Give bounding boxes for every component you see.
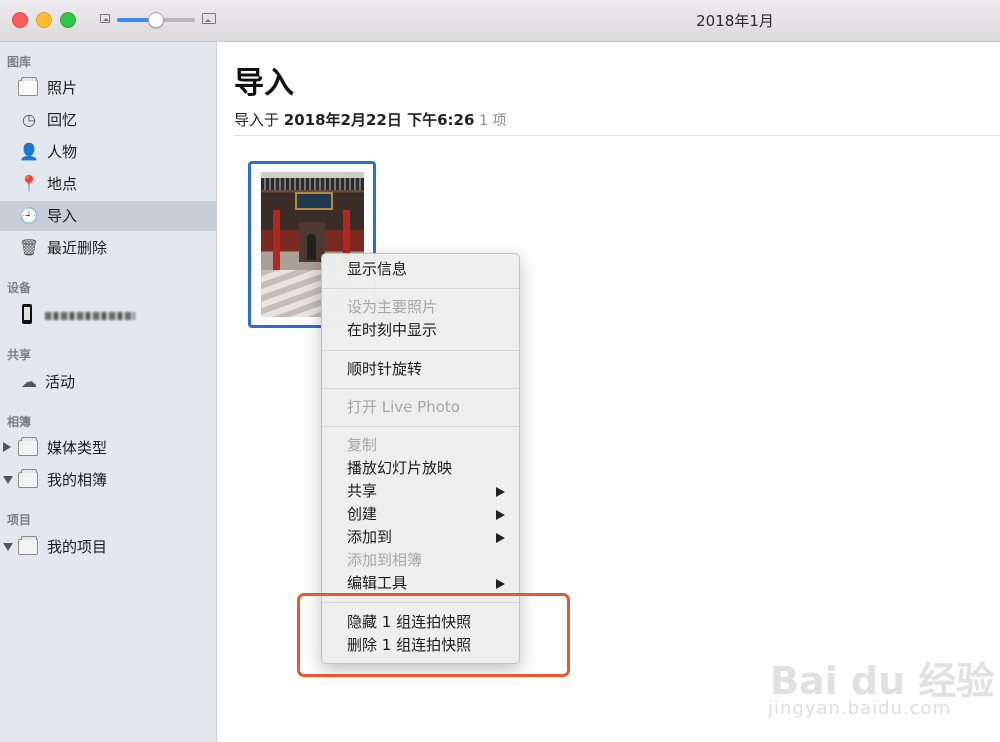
section-header-shared: 共享 bbox=[7, 348, 32, 362]
submenu-arrow-icon bbox=[496, 533, 505, 543]
disclosure-expanded-icon[interactable] bbox=[3, 543, 13, 551]
sidebar-item-my-albums[interactable]: 我的相簿 bbox=[0, 465, 216, 495]
section-header-albums: 相簿 bbox=[7, 415, 32, 429]
title-bar: 2018年1月 bbox=[0, 0, 1000, 42]
sidebar-item-label: 媒体类型 bbox=[47, 439, 108, 457]
sidebar-item-label: 人物 bbox=[47, 143, 78, 161]
section-header-projects: 项目 bbox=[7, 513, 32, 527]
menu-item-share[interactable]: 共享 bbox=[322, 480, 519, 503]
menu-item-create[interactable]: 创建 bbox=[322, 503, 519, 526]
places-icon: 📍 bbox=[19, 174, 39, 193]
disclosure-expanded-icon[interactable] bbox=[3, 476, 13, 484]
sidebar-item-people[interactable]: 👤 人物 bbox=[0, 137, 216, 167]
zoom-slider-knob[interactable] bbox=[148, 12, 164, 28]
sidebar-item-device[interactable] bbox=[0, 300, 216, 330]
submenu-arrow-icon bbox=[496, 510, 505, 520]
photos-icon bbox=[18, 77, 38, 96]
window-title: 2018年1月 bbox=[696, 12, 774, 30]
sidebar-item-my-projects[interactable]: 我的项目 bbox=[0, 532, 216, 562]
sidebar-item-places[interactable]: 📍 地点 bbox=[0, 169, 216, 199]
section-header-devices: 设备 bbox=[7, 281, 32, 295]
sidebar-item-media-types[interactable]: 媒体类型 bbox=[0, 433, 216, 463]
watermark-url: jingyan.baidu.com bbox=[768, 698, 952, 719]
close-window-button[interactable] bbox=[12, 12, 28, 28]
import-date: 2018年2月22日 下午6:26 bbox=[283, 111, 475, 129]
iphone-icon bbox=[22, 304, 32, 324]
menu-item-label: 编辑工具 bbox=[347, 574, 408, 592]
submenu-arrow-icon bbox=[496, 487, 505, 497]
cloud-icon: ☁ bbox=[21, 372, 37, 391]
item-count: 1 项 bbox=[479, 113, 507, 129]
sidebar-item-label: 回忆 bbox=[47, 111, 78, 129]
menu-item-edit-tools[interactable]: 编辑工具 bbox=[322, 572, 519, 595]
sidebar-item-label: 我的相簿 bbox=[47, 471, 108, 489]
sidebar-item-label: 照片 bbox=[47, 79, 78, 97]
submenu-arrow-icon bbox=[496, 579, 505, 589]
sidebar-item-recently-deleted[interactable]: 🗑 最近删除 bbox=[0, 233, 216, 263]
sidebar-item-label: 最近删除 bbox=[47, 239, 108, 257]
menu-item-rotate-clockwise[interactable]: 顺时针旋转 bbox=[322, 358, 519, 381]
folder-icon bbox=[18, 469, 38, 488]
device-name-redacted bbox=[45, 312, 135, 320]
folder-icon bbox=[18, 437, 38, 456]
menu-separator bbox=[322, 388, 519, 389]
disclosure-collapsed-icon[interactable] bbox=[3, 442, 11, 452]
folder-icon bbox=[18, 536, 38, 555]
watermark-logo: Bai du 经验 bbox=[770, 659, 995, 703]
sidebar-item-label: 地点 bbox=[47, 175, 78, 193]
memories-icon: ◷ bbox=[22, 110, 36, 129]
sidebar-item-photos[interactable]: 照片 bbox=[0, 73, 216, 103]
subtitle-prefix: 导入于 bbox=[234, 111, 280, 129]
section-header-library: 图库 bbox=[7, 55, 32, 69]
sidebar-item-label: 活动 bbox=[45, 373, 76, 391]
import-icon: 🕘 bbox=[19, 206, 39, 225]
zoom-window-button[interactable] bbox=[60, 12, 76, 28]
sidebar: 图库 照片 ◷ 回忆 👤 人物 📍 地点 🕘 导入 🗑 最近删除 设备 共享 ☁… bbox=[0, 42, 217, 742]
trash-icon: 🗑 bbox=[18, 238, 40, 257]
menu-separator bbox=[322, 288, 519, 289]
menu-item-label: 创建 bbox=[347, 505, 378, 523]
menu-item-make-key-photo: 设为主要照片 bbox=[347, 298, 438, 316]
sidebar-item-label: 导入 bbox=[47, 207, 78, 225]
sidebar-item-import[interactable]: 🕘 导入 bbox=[0, 201, 216, 231]
menu-item-label: 共享 bbox=[347, 482, 378, 500]
sidebar-item-activity[interactable]: ☁ 活动 bbox=[0, 367, 216, 397]
menu-item-get-info[interactable]: 显示信息 bbox=[322, 258, 519, 281]
menu-item-play-slideshow[interactable]: 播放幻灯片放映 bbox=[322, 457, 519, 480]
menu-item-label: 添加到 bbox=[347, 528, 393, 546]
menu-separator bbox=[322, 350, 519, 351]
sidebar-item-memories[interactable]: ◷ 回忆 bbox=[0, 105, 216, 135]
menu-item-add-to[interactable]: 添加到 bbox=[322, 526, 519, 549]
menu-item-show-in-moment[interactable]: 在时刻中显示 bbox=[322, 319, 519, 342]
menu-item-add-to-album: 添加到相簿 bbox=[347, 551, 423, 569]
zoom-in-icon[interactable] bbox=[202, 13, 216, 24]
people-icon: 👤 bbox=[19, 142, 39, 161]
annotation-highlight-box bbox=[297, 593, 570, 677]
zoom-out-icon[interactable] bbox=[100, 14, 110, 23]
import-subtitle: 导入于 2018年2月22日 下午6:26 1 项 bbox=[234, 109, 507, 130]
page-title: 导入 bbox=[234, 66, 294, 101]
minimize-window-button[interactable] bbox=[36, 12, 52, 28]
sidebar-item-label: 我的项目 bbox=[47, 538, 108, 556]
menu-separator bbox=[322, 426, 519, 427]
menu-item-open-live-photo: 打开 Live Photo bbox=[347, 398, 460, 416]
divider bbox=[234, 135, 1000, 136]
menu-item-copy: 复制 bbox=[347, 436, 378, 454]
